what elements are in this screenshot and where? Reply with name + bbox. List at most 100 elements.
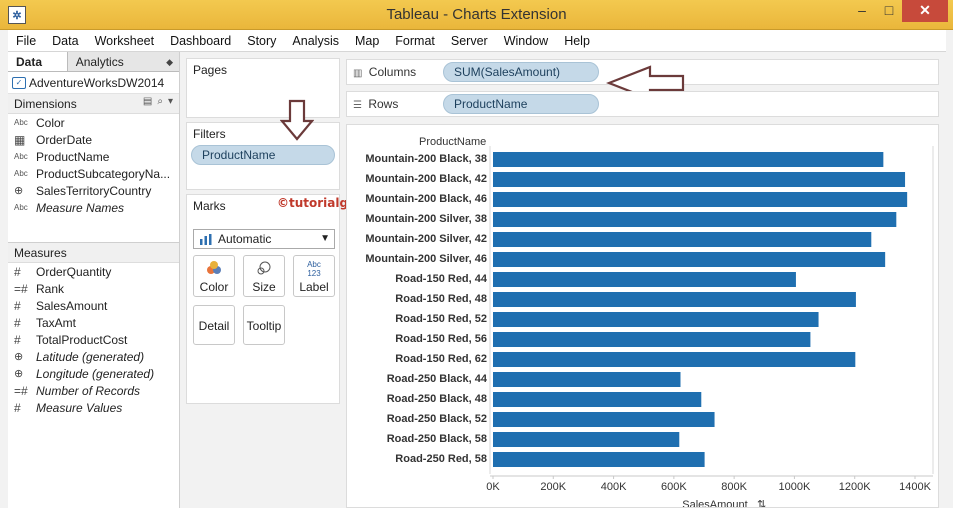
close-button[interactable]: ✕ bbox=[902, 0, 948, 22]
number-type-icon: # bbox=[14, 332, 21, 347]
color-mark-button[interactable]: Color bbox=[193, 255, 235, 297]
dimension-field[interactable]: Abc ProductSubcategoryNa... bbox=[8, 165, 179, 182]
text-type-icon: Abc bbox=[14, 152, 28, 161]
menu-worksheet[interactable]: Worksheet bbox=[87, 30, 163, 52]
size-mark-button[interactable]: Size bbox=[243, 255, 285, 297]
bar[interactable] bbox=[493, 252, 886, 267]
measure-field[interactable]: # TotalProductCost bbox=[8, 331, 179, 348]
chevron-down-icon[interactable]: ▾ bbox=[168, 96, 173, 107]
menu-story[interactable]: Story bbox=[239, 30, 284, 52]
bar[interactable] bbox=[493, 452, 705, 467]
row-label[interactable]: Mountain-200 Silver, 46 bbox=[365, 253, 487, 265]
datasource-item[interactable]: ✓ AdventureWorksDW2014 bbox=[8, 72, 179, 94]
menu-dashboard[interactable]: Dashboard bbox=[162, 30, 239, 52]
tab-data[interactable]: Data bbox=[8, 52, 68, 71]
tooltip-mark-button[interactable]: Tooltip bbox=[243, 305, 285, 345]
menu-window[interactable]: Window bbox=[496, 30, 556, 52]
label-mark-button[interactable]: Abc 123 Label bbox=[293, 255, 335, 297]
row-label[interactable]: Mountain-200 Black, 46 bbox=[365, 193, 487, 205]
color-icon bbox=[194, 260, 234, 280]
bar[interactable] bbox=[493, 432, 680, 447]
row-label[interactable]: Road-150 Red, 44 bbox=[395, 273, 488, 285]
bar[interactable] bbox=[493, 212, 897, 227]
row-label[interactable]: Road-150 Red, 56 bbox=[395, 333, 487, 345]
measure-field[interactable]: # OrderQuantity bbox=[8, 263, 179, 280]
bar[interactable] bbox=[493, 312, 819, 327]
bar[interactable] bbox=[493, 192, 908, 207]
datasource-icon: ✓ bbox=[12, 76, 26, 89]
pages-card[interactable]: Pages bbox=[186, 58, 340, 118]
bar[interactable] bbox=[493, 332, 811, 347]
columns-label: Columns bbox=[368, 65, 417, 79]
x-tick-label: 1000K bbox=[779, 481, 811, 493]
row-label[interactable]: Road-250 Black, 58 bbox=[387, 433, 487, 445]
data-pane: Data Analytics ◆ ✓ AdventureWorksDW2014 … bbox=[8, 52, 180, 508]
maximize-button[interactable]: □ bbox=[876, 0, 902, 22]
data-pane-tabs: Data Analytics ◆ bbox=[8, 52, 179, 72]
row-label[interactable]: Road-150 Red, 48 bbox=[395, 293, 487, 305]
datasource-name: AdventureWorksDW2014 bbox=[29, 75, 165, 90]
view-toggle-icon[interactable]: ▤ bbox=[143, 96, 152, 107]
measure-field[interactable]: =# Rank bbox=[8, 280, 179, 297]
bar[interactable] bbox=[493, 392, 702, 407]
menu-analysis[interactable]: Analysis bbox=[284, 30, 347, 52]
number-type-icon: =# bbox=[14, 383, 28, 398]
tab-analytics[interactable]: Analytics ◆ bbox=[68, 52, 179, 71]
measure-field-name: Rank bbox=[36, 281, 65, 296]
bar[interactable] bbox=[493, 352, 856, 367]
measure-field-name: SalesAmount bbox=[36, 298, 108, 313]
measure-field[interactable]: # SalesAmount bbox=[8, 297, 179, 314]
row-label[interactable]: Mountain-200 Black, 38 bbox=[365, 153, 487, 165]
row-label[interactable]: Road-150 Red, 62 bbox=[395, 353, 487, 365]
row-label[interactable]: Road-250 Black, 48 bbox=[387, 393, 487, 405]
bar[interactable] bbox=[493, 412, 715, 427]
x-tick-label: 800K bbox=[721, 481, 747, 493]
measure-field[interactable]: =# Number of Records bbox=[8, 382, 179, 399]
marks-card: Marks Automatic ▼ Color Size Abc 123 Labe… bbox=[186, 194, 340, 404]
tab-scroll-icon[interactable]: ◆ bbox=[166, 52, 173, 72]
bar[interactable] bbox=[493, 272, 796, 287]
bar[interactable] bbox=[493, 152, 884, 167]
row-label[interactable]: Mountain-200 Black, 42 bbox=[365, 173, 487, 185]
filter-pill-productname[interactable]: ProductName bbox=[191, 145, 335, 165]
minimize-button[interactable]: – bbox=[848, 0, 876, 22]
size-icon bbox=[244, 260, 284, 280]
columns-pill-sum-salesamount[interactable]: SUM(SalesAmount) bbox=[443, 62, 599, 82]
row-label[interactable]: Road-250 Black, 52 bbox=[387, 413, 487, 425]
menu-help[interactable]: Help bbox=[556, 30, 598, 52]
menu-map[interactable]: Map bbox=[347, 30, 387, 52]
dimensions-tools: ▤ ⌕ ▾ bbox=[143, 96, 173, 107]
dimension-field[interactable]: Abc ProductName bbox=[8, 148, 179, 165]
menu-data[interactable]: Data bbox=[44, 30, 86, 52]
bar[interactable] bbox=[493, 232, 872, 247]
row-label[interactable]: Mountain-200 Silver, 42 bbox=[365, 233, 487, 245]
bar[interactable] bbox=[493, 172, 906, 187]
bar[interactable] bbox=[493, 372, 681, 387]
measure-field[interactable]: ⊕ Latitude (generated) bbox=[8, 348, 179, 365]
measure-field[interactable]: # TaxAmt bbox=[8, 314, 179, 331]
menu-file[interactable]: File bbox=[8, 30, 44, 52]
dimension-field[interactable]: ⊕ SalesTerritoryCountry bbox=[8, 182, 179, 199]
dimension-field-name: SalesTerritoryCountry bbox=[36, 183, 152, 198]
dimension-field[interactable]: Abc Color bbox=[8, 114, 179, 131]
bar[interactable] bbox=[493, 292, 856, 307]
mark-type-select[interactable]: Automatic ▼ bbox=[193, 229, 335, 249]
dimension-field[interactable]: Abc Measure Names bbox=[8, 199, 179, 216]
rows-shelf[interactable]: ☰ Rows ProductName bbox=[346, 91, 939, 117]
row-label[interactable]: Road-250 Black, 44 bbox=[387, 373, 488, 385]
menu-server[interactable]: Server bbox=[443, 30, 496, 52]
menu-format[interactable]: Format bbox=[387, 30, 443, 52]
rows-pill-productname[interactable]: ProductName bbox=[443, 94, 599, 114]
measure-field[interactable]: # Measure Values bbox=[8, 399, 179, 416]
dimension-field[interactable]: ▦ OrderDate bbox=[8, 131, 179, 148]
row-label[interactable]: Road-250 Red, 58 bbox=[395, 453, 487, 465]
filters-card[interactable]: Filters ProductName bbox=[186, 122, 340, 190]
row-label[interactable]: Road-150 Red, 52 bbox=[395, 313, 487, 325]
detail-mark-button[interactable]: Detail bbox=[193, 305, 235, 345]
number-type-icon: # bbox=[14, 400, 21, 415]
title-bar: ✲ Tableau - Charts Extension – □ ✕ bbox=[0, 0, 953, 30]
search-icon[interactable]: ⌕ bbox=[157, 96, 163, 107]
measure-field[interactable]: ⊕ Longitude (generated) bbox=[8, 365, 179, 382]
row-label[interactable]: Mountain-200 Silver, 38 bbox=[365, 213, 487, 225]
dimensions-header: Dimensions ▤ ⌕ ▾ bbox=[8, 94, 179, 114]
